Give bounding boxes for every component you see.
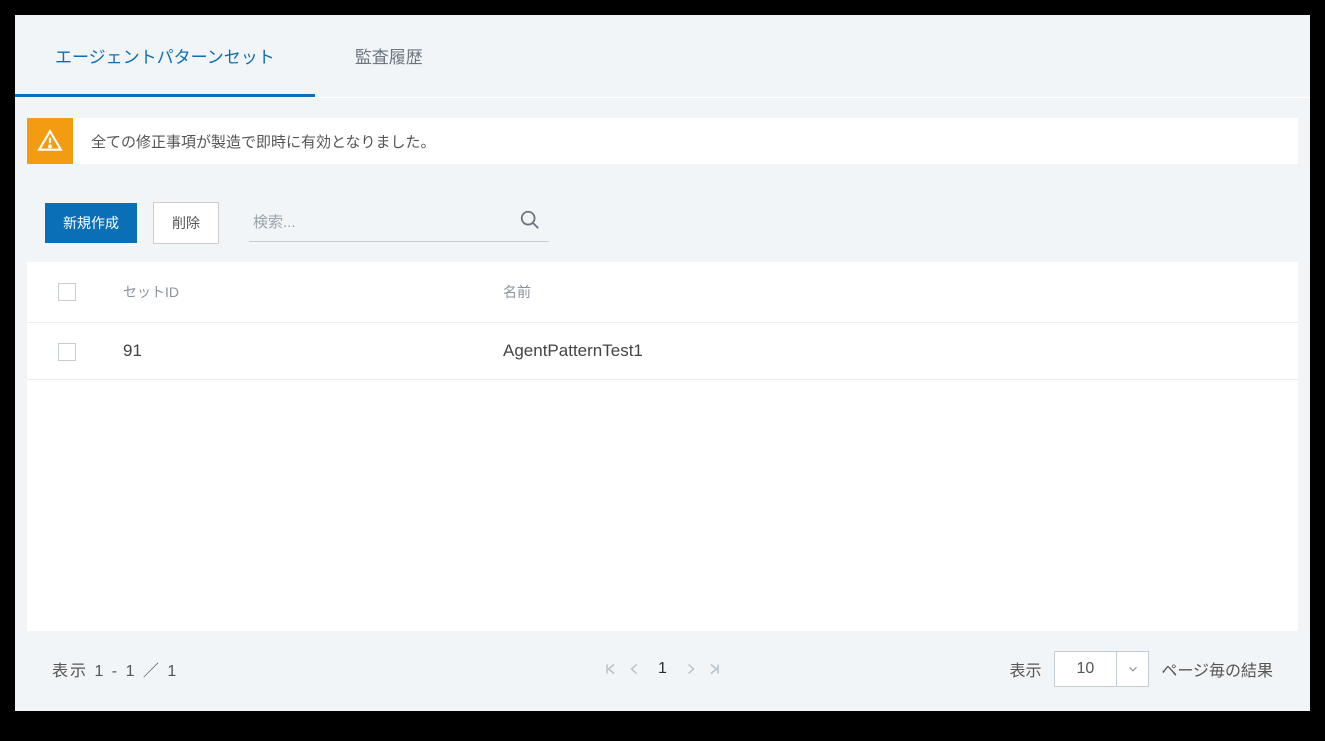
create-button[interactable]: 新規作成 xyxy=(45,203,137,243)
first-page-icon[interactable] xyxy=(604,663,616,675)
last-page-icon[interactable] xyxy=(709,663,721,675)
delete-button[interactable]: 削除 xyxy=(153,202,219,244)
search-input[interactable] xyxy=(249,204,549,241)
search-icon[interactable] xyxy=(519,209,541,236)
chevron-down-icon[interactable] xyxy=(1116,652,1148,686)
notification-message: 全ての修正事項が製造で即時に有効となりました。 xyxy=(73,118,454,164)
data-table: セットID 名前 91 AgentPatternTest1 xyxy=(27,262,1298,380)
results-label: ページ毎の結果 xyxy=(1161,657,1273,681)
next-page-icon[interactable] xyxy=(685,663,697,675)
show-label: 表示 xyxy=(1010,657,1042,681)
search-box xyxy=(249,204,549,242)
notification-bar: 全ての修正事項が製造で即時に有効となりました。 xyxy=(27,118,1298,164)
current-page: 1 xyxy=(652,660,673,678)
app-container: エージェントパターンセット 監査履歴 全ての修正事項が製造で即時に有効となりまし… xyxy=(15,15,1310,711)
page-size-value: 10 xyxy=(1055,660,1117,678)
warning-icon xyxy=(37,128,63,154)
warning-icon-box xyxy=(27,118,73,164)
toolbar: 新規作成 削除 xyxy=(15,164,1310,262)
table-container: セットID 名前 91 AgentPatternTest1 xyxy=(27,262,1298,631)
row-checkbox[interactable] xyxy=(58,343,76,361)
pagination-controls: 1 xyxy=(604,660,721,678)
column-header-checkbox xyxy=(27,262,107,323)
table-row[interactable]: 91 AgentPatternTest1 xyxy=(27,323,1298,380)
tabs-container: エージェントパターンセット 監査履歴 xyxy=(15,15,1310,98)
cell-name: AgentPatternTest1 xyxy=(487,323,1298,380)
tab-audit-history[interactable]: 監査履歴 xyxy=(315,15,463,97)
pagination-showing: 表示 1 - 1 ／ 1 xyxy=(52,657,178,681)
pagination-bar: 表示 1 - 1 ／ 1 1 表示 10 xyxy=(27,631,1298,711)
page-size-select[interactable]: 10 xyxy=(1054,651,1150,687)
column-header-name[interactable]: 名前 xyxy=(487,262,1298,323)
pagination-page-size: 表示 10 ページ毎の結果 xyxy=(1010,651,1274,687)
column-header-set-id[interactable]: セットID xyxy=(107,262,487,323)
prev-page-icon[interactable] xyxy=(628,663,640,675)
select-all-checkbox[interactable] xyxy=(58,283,76,301)
cell-set-id: 91 xyxy=(107,323,487,380)
tab-agent-pattern-set[interactable]: エージェントパターンセット xyxy=(15,15,315,97)
